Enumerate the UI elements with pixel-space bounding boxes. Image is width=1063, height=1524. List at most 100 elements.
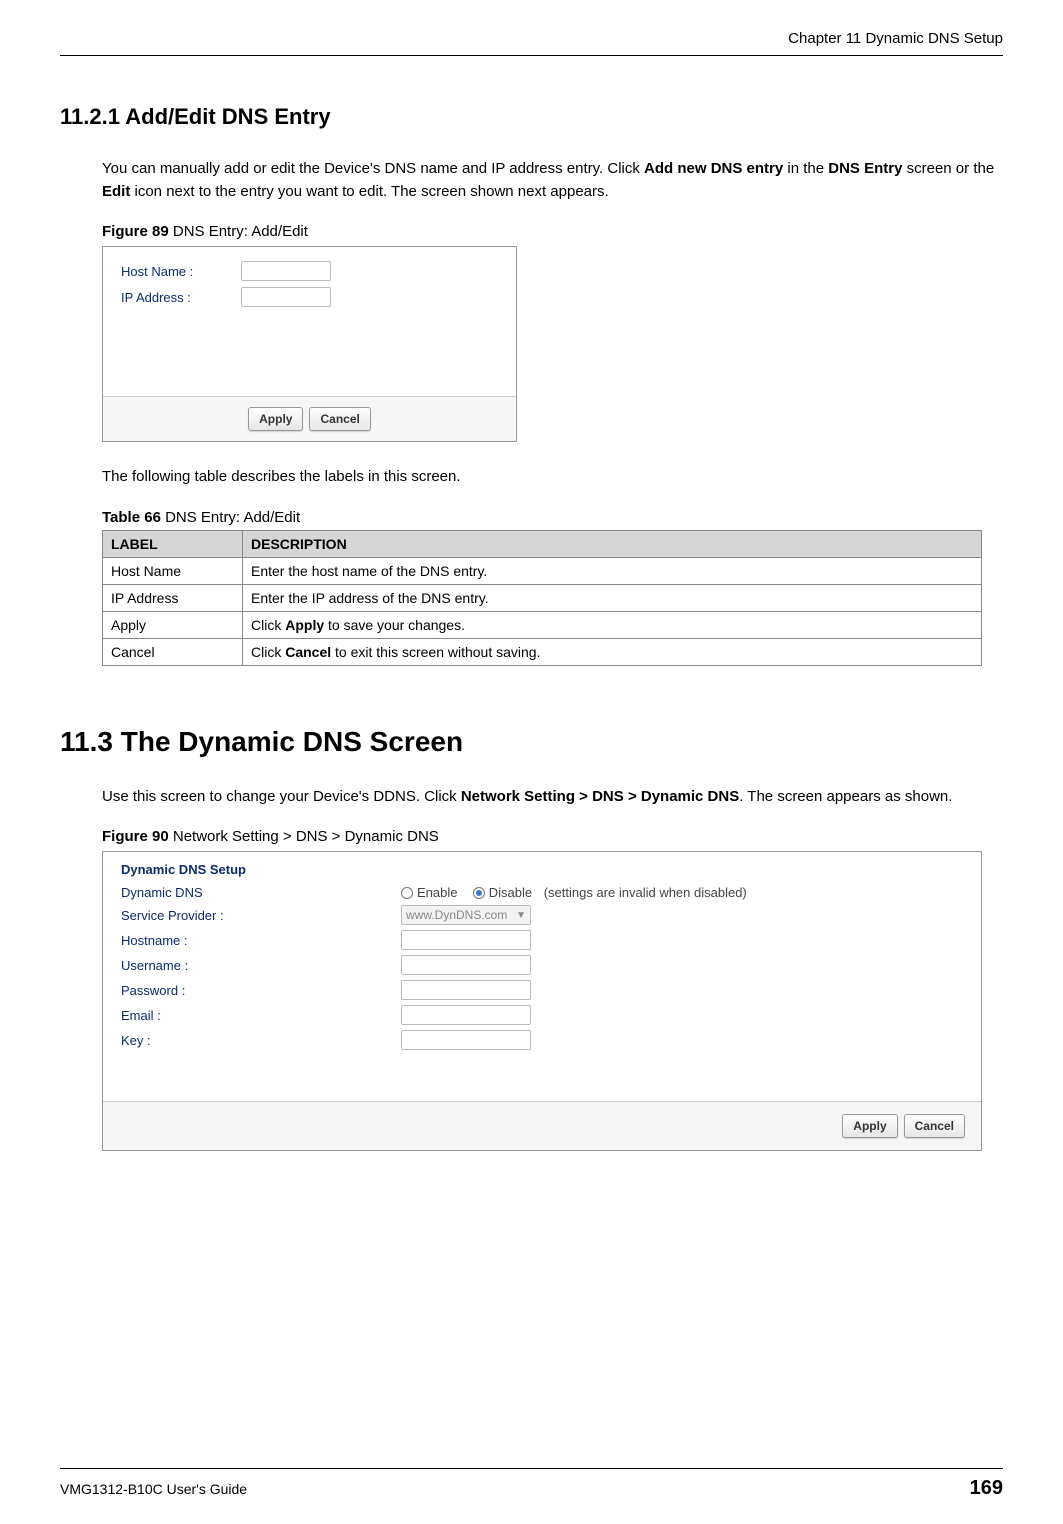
- text: to save your changes.: [324, 617, 465, 633]
- enable-radio[interactable]: [401, 887, 413, 899]
- cancel-button[interactable]: Cancel: [309, 407, 370, 431]
- figure89-body: Host Name : IP Address :: [103, 247, 516, 396]
- table-row: Host Name Enter the host name of the DNS…: [103, 557, 982, 584]
- ipaddress-input[interactable]: [241, 287, 331, 307]
- table66: LABEL DESCRIPTION Host Name Enter the ho…: [102, 530, 982, 666]
- figure90-panel-title: Dynamic DNS Setup: [121, 862, 963, 877]
- text: screen or the: [902, 160, 994, 177]
- figure90-footer: Apply Cancel: [103, 1101, 981, 1150]
- password-label: Password :: [121, 983, 401, 998]
- dynamic-dns-value: Enable Disable (settings are invalid whe…: [401, 885, 747, 900]
- paragraph-11-2-1: You can manually add or edit the Device'…: [102, 158, 1003, 203]
- footer-divider: [60, 1468, 1003, 1469]
- text: Enter the host name of the DNS entry.: [251, 563, 487, 579]
- figure89-caption-rest: DNS Entry: Add/Edit: [169, 223, 308, 240]
- figure90-key-row: Key :: [121, 1030, 963, 1050]
- bold-edit: Edit: [102, 183, 130, 200]
- hostname-input[interactable]: [241, 261, 331, 281]
- disable-radio[interactable]: [473, 887, 485, 899]
- figure90-hostname-row: Hostname :: [121, 930, 963, 950]
- email-input[interactable]: [401, 1005, 531, 1025]
- figure89-ipaddress-row: IP Address :: [121, 287, 498, 307]
- figure89-caption-bold: Figure 89: [102, 223, 169, 240]
- bold-navpath: Network Setting > DNS > Dynamic DNS: [461, 788, 739, 805]
- apply-button[interactable]: Apply: [842, 1114, 897, 1138]
- table66-caption-bold: Table 66: [102, 509, 161, 526]
- figure90-caption-rest: Network Setting > DNS > Dynamic DNS: [169, 828, 439, 845]
- figure90-password-row: Password :: [121, 980, 963, 1000]
- text: You can manually add or edit the Device'…: [102, 160, 644, 177]
- table66-caption-rest: DNS Entry: Add/Edit: [161, 509, 300, 526]
- figure89-caption: Figure 89 DNS Entry: Add/Edit: [102, 223, 1003, 240]
- text: in the: [783, 160, 828, 177]
- table-row: Cancel Click Cancel to exit this screen …: [103, 638, 982, 665]
- service-provider-value: www.DynDNS.com: [406, 908, 507, 922]
- figure90-username-row: Username :: [121, 955, 963, 975]
- cancel-button[interactable]: Cancel: [904, 1114, 965, 1138]
- bold-text: Cancel: [285, 644, 331, 660]
- dynamic-dns-label: Dynamic DNS: [121, 885, 401, 900]
- text: Use this screen to change your Device's …: [102, 788, 461, 805]
- email-label: Email :: [121, 1008, 401, 1023]
- key-input[interactable]: [401, 1030, 531, 1050]
- table66-caption: Table 66 DNS Entry: Add/Edit: [102, 509, 1003, 526]
- text: icon next to the entry you want to edit.…: [130, 183, 608, 200]
- chevron-down-icon: ▼: [516, 910, 526, 921]
- paragraph-11-3: Use this screen to change your Device's …: [102, 786, 1003, 809]
- username-input[interactable]: [401, 955, 531, 975]
- text: to exit this screen without saving.: [331, 644, 540, 660]
- header-label: LABEL: [103, 530, 243, 557]
- figure89-box: Host Name : IP Address : Apply Cancel: [102, 246, 517, 442]
- page-header-chapter: Chapter 11 Dynamic DNS Setup: [60, 30, 1003, 47]
- header-divider: [60, 55, 1003, 56]
- enable-label: Enable: [417, 885, 457, 900]
- table-header-row: LABEL DESCRIPTION: [103, 530, 982, 557]
- cell-label: Cancel: [103, 638, 243, 665]
- header-description: DESCRIPTION: [243, 530, 982, 557]
- cell-label: IP Address: [103, 584, 243, 611]
- username-label: Username :: [121, 958, 401, 973]
- disable-label: Disable: [489, 885, 532, 900]
- footer-page-number: 169: [970, 1477, 1003, 1500]
- heading-11-3: 11.3 The Dynamic DNS Screen: [60, 726, 1003, 758]
- figure89-footer: Apply Cancel: [103, 396, 516, 441]
- figure90-caption-bold: Figure 90: [102, 828, 169, 845]
- hostname-label: Hostname :: [121, 933, 401, 948]
- hostname-label: Host Name :: [121, 264, 241, 279]
- table-row: IP Address Enter the IP address of the D…: [103, 584, 982, 611]
- figure90-service-provider-row: Service Provider : www.DynDNS.com ▼: [121, 905, 963, 925]
- cell-description: Click Cancel to exit this screen without…: [243, 638, 982, 665]
- footer-row: VMG1312-B10C User's Guide 169: [60, 1477, 1003, 1500]
- service-provider-label: Service Provider :: [121, 908, 401, 923]
- figure90-caption: Figure 90 Network Setting > DNS > Dynami…: [102, 828, 1003, 845]
- figure90-dynamic-dns-row: Dynamic DNS Enable Disable (settings are…: [121, 885, 963, 900]
- apply-button[interactable]: Apply: [248, 407, 303, 431]
- figure90-box: Dynamic DNS Setup Dynamic DNS Enable Dis…: [102, 851, 982, 1151]
- text: Click: [251, 644, 285, 660]
- key-label: Key :: [121, 1033, 401, 1048]
- cell-label: Apply: [103, 611, 243, 638]
- service-provider-select[interactable]: www.DynDNS.com ▼: [401, 905, 531, 925]
- disable-note: (settings are invalid when disabled): [544, 885, 747, 900]
- text: . The screen appears as shown.: [739, 788, 952, 805]
- text: Click: [251, 617, 285, 633]
- ipaddress-label: IP Address :: [121, 290, 241, 305]
- figure90-email-row: Email :: [121, 1005, 963, 1025]
- cell-description: Enter the IP address of the DNS entry.: [243, 584, 982, 611]
- table-row: Apply Click Apply to save your changes.: [103, 611, 982, 638]
- password-input[interactable]: [401, 980, 531, 1000]
- hostname-input[interactable]: [401, 930, 531, 950]
- cell-description: Click Apply to save your changes.: [243, 611, 982, 638]
- bold-dns-entry: DNS Entry: [828, 160, 902, 177]
- bold-add-new-dns: Add new DNS entry: [644, 160, 783, 177]
- cell-label: Host Name: [103, 557, 243, 584]
- bold-text: Apply: [285, 617, 324, 633]
- page-footer: VMG1312-B10C User's Guide 169: [60, 1468, 1003, 1500]
- footer-guide-title: VMG1312-B10C User's Guide: [60, 1481, 247, 1497]
- text: Enter the IP address of the DNS entry.: [251, 590, 489, 606]
- cell-description: Enter the host name of the DNS entry.: [243, 557, 982, 584]
- heading-11-2-1: 11.2.1 Add/Edit DNS Entry: [60, 104, 1003, 130]
- figure90-body: Dynamic DNS Setup Dynamic DNS Enable Dis…: [103, 852, 981, 1101]
- table66-intro-text: The following table describes the labels…: [102, 466, 1003, 489]
- figure89-hostname-row: Host Name :: [121, 261, 498, 281]
